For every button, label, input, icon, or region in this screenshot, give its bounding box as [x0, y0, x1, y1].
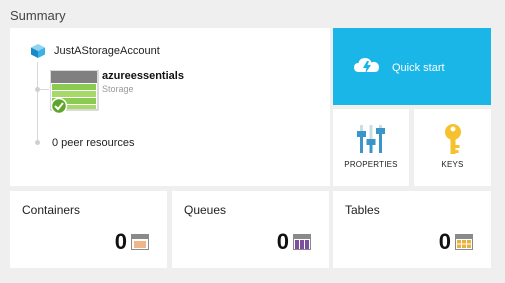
- containers-count: 0: [114, 229, 127, 254]
- storage-icon: [50, 70, 99, 114]
- storage-type: Storage: [102, 84, 134, 94]
- tables-tile[interactable]: Tables 0: [333, 191, 491, 268]
- tree-node: [35, 140, 40, 145]
- containers-tile[interactable]: Containers 0: [10, 191, 167, 268]
- storage-name[interactable]: azureessentials: [102, 70, 184, 82]
- account-row: JustAStorageAccount: [30, 43, 160, 59]
- table-icon: [455, 234, 473, 250]
- account-name: JustAStorageAccount: [54, 45, 160, 57]
- keys-tile[interactable]: KEYS: [414, 109, 491, 186]
- containers-label: Containers: [22, 203, 81, 217]
- tables-count: 0: [438, 229, 451, 254]
- queue-icon: [293, 234, 311, 250]
- quick-start-tile[interactable]: Quick start: [333, 28, 491, 105]
- queues-label: Queues: [184, 203, 227, 217]
- sliders-icon: [357, 125, 385, 153]
- properties-tile[interactable]: PROPERTIES: [333, 109, 409, 186]
- resource-tile[interactable]: JustAStorageAccount azureessentials Stor…: [10, 28, 330, 186]
- tree-node: [35, 87, 40, 92]
- tree-connector: [37, 62, 38, 142]
- quick-start-label: Quick start: [392, 62, 445, 74]
- container-icon: [131, 234, 149, 250]
- page-title: Summary: [10, 8, 66, 23]
- keys-label: KEYS: [441, 160, 464, 169]
- cloud-lightning-icon: [354, 58, 379, 74]
- peer-resources[interactable]: 0 peer resources: [52, 137, 135, 149]
- tables-label: Tables: [345, 203, 380, 217]
- key-icon: [444, 124, 461, 154]
- storage-account-icon: [31, 44, 45, 58]
- queues-count: 0: [276, 229, 289, 254]
- queues-tile[interactable]: Queues 0: [172, 191, 329, 268]
- properties-label: PROPERTIES: [344, 160, 398, 169]
